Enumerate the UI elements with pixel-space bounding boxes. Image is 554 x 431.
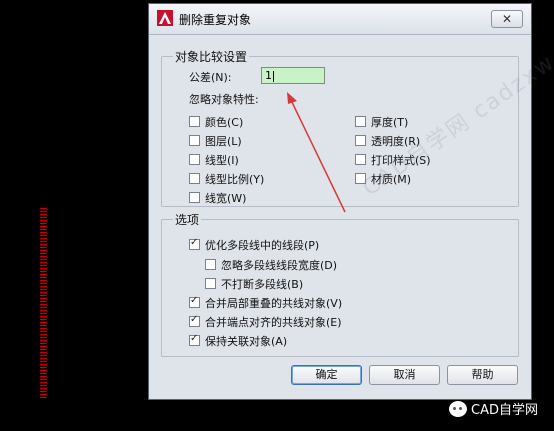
wechat-icon (449, 400, 468, 417)
brand-text: CAD自学网 (471, 403, 538, 418)
annotation-arrow (287, 92, 346, 213)
brand-footer: CAD自学网 (449, 399, 538, 418)
